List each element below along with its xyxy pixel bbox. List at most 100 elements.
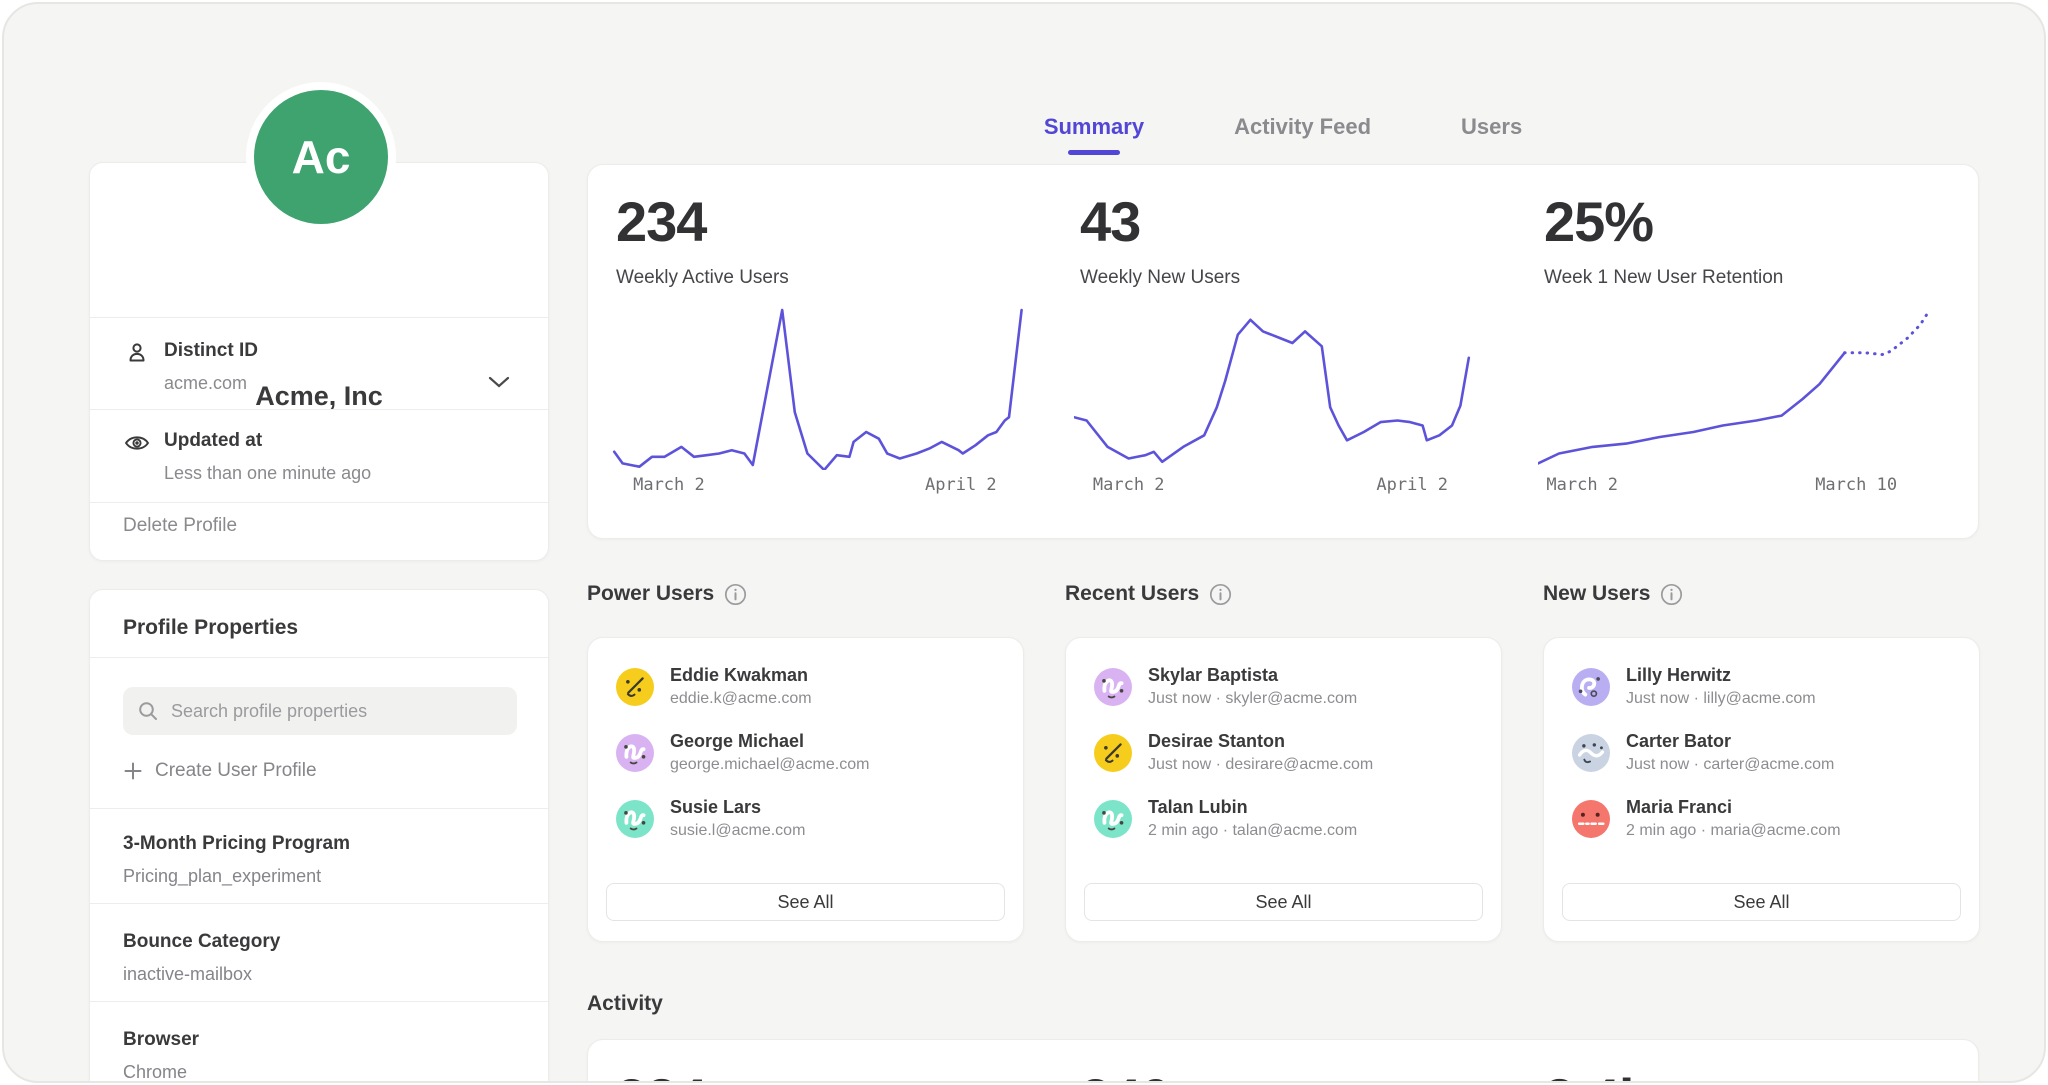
- summary-stats-card: 234 Weekly Active Users March 2 April 2 …: [587, 164, 1979, 539]
- company-profile-page: Ac Acme, Inc Distinct ID acme.com: [0, 0, 2048, 1085]
- recent-users-section: Recent Users Skylar Baptista Just n: [1065, 579, 1502, 942]
- user-last-seen-email: Just now · lilly@acme.com: [1626, 689, 1816, 710]
- user-row[interactable]: Maria Franci 2 min ago · maria@acme.com: [1562, 792, 1961, 846]
- create-user-profile-label: Create User Profile: [155, 760, 317, 782]
- user-name: Eddie Kwakman: [670, 664, 812, 687]
- tab-activity-feed[interactable]: Activity Feed: [1234, 114, 1371, 155]
- new-users-card: Lilly Herwitz Just now · lilly@acme.com …: [1543, 637, 1980, 942]
- user-avatar: [616, 668, 654, 706]
- stat-weekly-active-users: 234 Weekly Active Users March 2 April 2: [588, 165, 1052, 538]
- user-row[interactable]: Carter Bator Just now · carter@acme.com: [1562, 726, 1961, 780]
- user-row[interactable]: Skylar Baptista Just now · skyler@acme.c…: [1084, 660, 1483, 714]
- user-name: Lilly Herwitz: [1626, 664, 1816, 687]
- distinct-id-value: acme.com: [164, 373, 247, 394]
- user-avatar: [1094, 734, 1132, 772]
- recent-users-title: Recent Users: [1065, 582, 1199, 606]
- recent-users-card: Skylar Baptista Just now · skyler@acme.c…: [1065, 637, 1502, 942]
- power-users-section: Power Users Eddie Kwakman eddie.k@a: [587, 579, 1024, 942]
- stat-value: 43: [1080, 189, 1140, 254]
- x-axis: March 2 April 2: [610, 475, 1030, 499]
- user-email: eddie.k@acme.com: [670, 689, 812, 710]
- new-users-title: New Users: [1543, 582, 1650, 606]
- x-axis: March 2 March 10: [1538, 475, 1958, 499]
- weekly-active-users-sparkline: [610, 305, 1030, 470]
- stat-value: 234: [616, 189, 706, 254]
- tab-summary-label: Summary: [1044, 114, 1144, 139]
- user-last-seen-email: Just now · skyler@acme.com: [1148, 689, 1357, 710]
- tab-users[interactable]: Users: [1461, 114, 1522, 155]
- user-email: george.michael@acme.com: [670, 755, 869, 776]
- search-icon: [137, 700, 159, 722]
- activity-section-title: Activity: [587, 992, 663, 1016]
- user-name: Talan Lubin: [1148, 796, 1357, 819]
- user-last-seen-email: Just now · desirare@acme.com: [1148, 755, 1373, 776]
- tab-summary[interactable]: Summary: [1044, 114, 1144, 155]
- user-avatar: [1572, 668, 1610, 706]
- info-icon[interactable]: [1660, 583, 1683, 606]
- distinct-id-label: Distinct ID: [164, 340, 258, 362]
- see-all-button[interactable]: See All: [1084, 883, 1483, 921]
- property-name: Browser: [123, 1029, 199, 1051]
- plus-icon: [123, 761, 143, 781]
- user-avatar: [616, 800, 654, 838]
- company-name: Acme, Inc: [90, 381, 548, 412]
- activity-card: 234 240 3.4k: [587, 1039, 1979, 1083]
- user-row[interactable]: Lilly Herwitz Just now · lilly@acme.com: [1562, 660, 1961, 714]
- stat-value: 25%: [1544, 189, 1653, 254]
- user-last-seen-email: Just now · carter@acme.com: [1626, 755, 1834, 776]
- power-users-card: Eddie Kwakman eddie.k@acme.com George Mi…: [587, 637, 1024, 942]
- divider: [90, 808, 548, 809]
- property-value: Chrome: [123, 1062, 187, 1083]
- tab-users-label: Users: [1461, 114, 1522, 139]
- user-row[interactable]: Eddie Kwakman eddie.k@acme.com: [606, 660, 1005, 714]
- user-sections: Power Users Eddie Kwakman eddie.k@a: [587, 579, 1979, 942]
- x-tick: March 2: [1093, 475, 1165, 495]
- info-icon[interactable]: [1209, 583, 1232, 606]
- stat-label: Weekly Active Users: [616, 267, 789, 289]
- user-last-seen-email: 2 min ago · maria@acme.com: [1626, 821, 1841, 842]
- x-tick: March 10: [1815, 475, 1897, 495]
- updated-at-value: Less than one minute ago: [164, 463, 371, 484]
- user-name: Carter Bator: [1626, 730, 1834, 753]
- new-users-section: New Users Lilly Herwitz Just now ·: [1543, 579, 1980, 942]
- divider: [90, 657, 548, 658]
- divider: [90, 317, 548, 318]
- user-name: Desirae Stanton: [1148, 730, 1373, 753]
- chevron-down-icon[interactable]: [488, 375, 510, 389]
- delete-profile-button[interactable]: Delete Profile: [123, 515, 237, 537]
- user-avatar: [1094, 668, 1132, 706]
- tab-activity-feed-label: Activity Feed: [1234, 114, 1371, 139]
- person-icon: [123, 339, 151, 367]
- x-tick: April 2: [1376, 475, 1448, 495]
- user-avatar: [1094, 800, 1132, 838]
- user-last-seen-email: 2 min ago · talan@acme.com: [1148, 821, 1357, 842]
- user-name: Skylar Baptista: [1148, 664, 1357, 687]
- search-input[interactable]: [169, 700, 503, 723]
- x-tick: March 2: [1546, 475, 1618, 495]
- property-name: 3-Month Pricing Program: [123, 833, 350, 855]
- create-user-profile-button[interactable]: Create User Profile: [123, 760, 317, 782]
- x-axis: March 2 April 2: [1074, 475, 1494, 499]
- see-all-button[interactable]: See All: [606, 883, 1005, 921]
- x-tick: April 2: [925, 475, 997, 495]
- divider: [90, 1001, 548, 1002]
- weekly-new-users-sparkline: [1074, 305, 1494, 470]
- user-row[interactable]: Susie Lars susie.l@acme.com: [606, 792, 1005, 846]
- power-users-title: Power Users: [587, 582, 714, 606]
- divider: [90, 903, 548, 904]
- divider: [90, 502, 548, 503]
- user-row[interactable]: George Michael george.michael@acme.com: [606, 726, 1005, 780]
- x-tick: March 2: [633, 475, 705, 495]
- info-icon[interactable]: [724, 583, 747, 606]
- user-email: susie.l@acme.com: [670, 821, 805, 842]
- user-row[interactable]: Talan Lubin 2 min ago · talan@acme.com: [1084, 792, 1483, 846]
- user-avatar: [1572, 800, 1610, 838]
- property-value: Pricing_plan_experiment: [123, 866, 321, 887]
- user-row[interactable]: Desirae Stanton Just now · desirare@acme…: [1084, 726, 1483, 780]
- app-frame: Ac Acme, Inc Distinct ID acme.com: [2, 2, 2046, 1083]
- eye-icon: [123, 429, 151, 457]
- profile-properties-search[interactable]: [123, 687, 517, 735]
- profile-properties-card: Profile Properties Create User Profile 3…: [89, 589, 549, 1083]
- active-tab-underline: [1068, 150, 1120, 155]
- see-all-button[interactable]: See All: [1562, 883, 1961, 921]
